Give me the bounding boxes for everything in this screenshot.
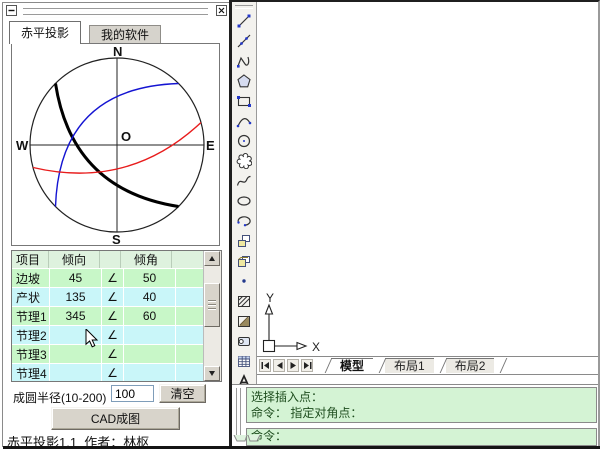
header-dip-direction: 倾向 bbox=[49, 251, 100, 268]
table-header-row: 项目 倾向 倾角 bbox=[12, 251, 221, 268]
arc-icon[interactable] bbox=[232, 111, 256, 131]
header-item: 项目 bbox=[12, 251, 49, 268]
tab-previous-icon[interactable] bbox=[273, 359, 285, 372]
angle-icon: ∠ bbox=[102, 307, 123, 325]
radius-label: 成圆半径(10-200) bbox=[13, 389, 106, 406]
revision-cloud-icon[interactable] bbox=[232, 151, 256, 171]
table-icon[interactable] bbox=[232, 351, 256, 371]
point-icon[interactable] bbox=[232, 271, 256, 291]
stereonet-plot: N S W E O bbox=[11, 43, 220, 246]
clear-button[interactable]: 清空 bbox=[159, 384, 206, 403]
region-icon[interactable] bbox=[232, 331, 256, 351]
tab-first-icon[interactable] bbox=[259, 359, 271, 372]
polygon-icon[interactable] bbox=[232, 71, 256, 91]
south-label: S bbox=[112, 232, 121, 245]
gradient-icon[interactable] bbox=[232, 311, 256, 331]
construction-line-icon[interactable] bbox=[232, 31, 256, 51]
angle-icon: ∠ bbox=[102, 364, 123, 382]
scroll-up-icon[interactable] bbox=[204, 251, 220, 266]
angle-icon: ∠ bbox=[102, 288, 123, 306]
scroll-down-icon[interactable] bbox=[204, 366, 220, 381]
cad-plot-button[interactable]: CAD成图 bbox=[51, 407, 180, 430]
command-history: 选择插入点：命令： 指定对角点： bbox=[246, 387, 597, 423]
header-dip: 倾角 bbox=[121, 251, 172, 268]
orientation-table: 项目 倾向 倾角 边坡 45 ∠ 50 产状 135 ∠ 40 节 bbox=[11, 250, 222, 382]
tab-next-icon[interactable] bbox=[287, 359, 299, 372]
table-scrollbar[interactable] bbox=[203, 251, 221, 381]
command-prompt-input[interactable]: 命令： bbox=[246, 428, 597, 446]
toolbar-grip-handle[interactable] bbox=[235, 5, 253, 9]
tab-layout2[interactable]: 布局2 bbox=[446, 358, 495, 373]
tab-stereographic-projection[interactable]: 赤平投影 bbox=[9, 21, 81, 44]
radius-input[interactable] bbox=[111, 385, 154, 402]
tab-model[interactable]: 模型 bbox=[331, 358, 373, 373]
west-label: W bbox=[16, 138, 29, 153]
ucs-y-label: Y bbox=[266, 291, 274, 305]
hatch-icon[interactable] bbox=[232, 291, 256, 311]
tab-layout1[interactable]: 布局1 bbox=[385, 358, 434, 373]
ucs-x-label: X bbox=[312, 340, 320, 354]
center-label: O bbox=[121, 129, 131, 144]
titlebar-grip-handle[interactable] bbox=[23, 8, 208, 20]
polyline-icon[interactable] bbox=[232, 51, 256, 71]
ucs-icon: Y X bbox=[259, 288, 329, 361]
table-row[interactable]: 节理4 ∠ bbox=[12, 364, 221, 382]
line-icon[interactable] bbox=[232, 11, 256, 31]
spline-icon[interactable] bbox=[232, 171, 256, 191]
table-row[interactable]: 节理2 ∠ bbox=[12, 326, 221, 344]
minimize-icon[interactable] bbox=[6, 5, 17, 16]
mouse-cursor bbox=[85, 329, 99, 354]
table-row[interactable]: 节理1 345 ∠ 60 bbox=[12, 307, 221, 325]
tab-my-software[interactable]: 我的软件 bbox=[89, 25, 161, 44]
layout-tab-bar: 模型 布局1 布局2 bbox=[257, 356, 598, 375]
table-row[interactable]: 节理3 ∠ bbox=[12, 345, 221, 363]
ellipse-arc-icon[interactable] bbox=[232, 211, 256, 231]
cropped-tab-tops bbox=[233, 429, 263, 447]
angle-icon: ∠ bbox=[102, 326, 123, 344]
ellipse-icon[interactable] bbox=[232, 191, 256, 211]
angle-icon: ∠ bbox=[102, 269, 123, 287]
stereonet-tool-window: 赤平投影 我的软件 N S W E O bbox=[2, 2, 231, 447]
make-block-icon[interactable] bbox=[232, 251, 256, 271]
circle-icon[interactable] bbox=[232, 131, 256, 151]
close-icon[interactable] bbox=[216, 5, 227, 16]
north-label: N bbox=[113, 44, 122, 59]
rectangle-icon[interactable] bbox=[232, 91, 256, 111]
cad-window: Y X 模型 bbox=[229, 0, 600, 446]
table-row[interactable]: 产状 135 ∠ 40 bbox=[12, 288, 221, 306]
header-angle bbox=[100, 251, 121, 268]
insert-block-icon[interactable] bbox=[232, 231, 256, 251]
tab-last-icon[interactable] bbox=[301, 359, 313, 372]
east-label: E bbox=[206, 138, 215, 153]
table-row[interactable]: 边坡 45 ∠ 50 bbox=[12, 269, 221, 287]
command-window: 选择插入点：命令： 指定对角点： 命令： bbox=[232, 384, 598, 446]
screen: 赤平投影 我的软件 N S W E O bbox=[0, 0, 600, 449]
draw-toolbar bbox=[232, 2, 257, 399]
tool-window-titlebar[interactable] bbox=[3, 3, 230, 19]
scrollbar-thumb[interactable] bbox=[204, 283, 220, 327]
angle-icon: ∠ bbox=[102, 345, 123, 363]
